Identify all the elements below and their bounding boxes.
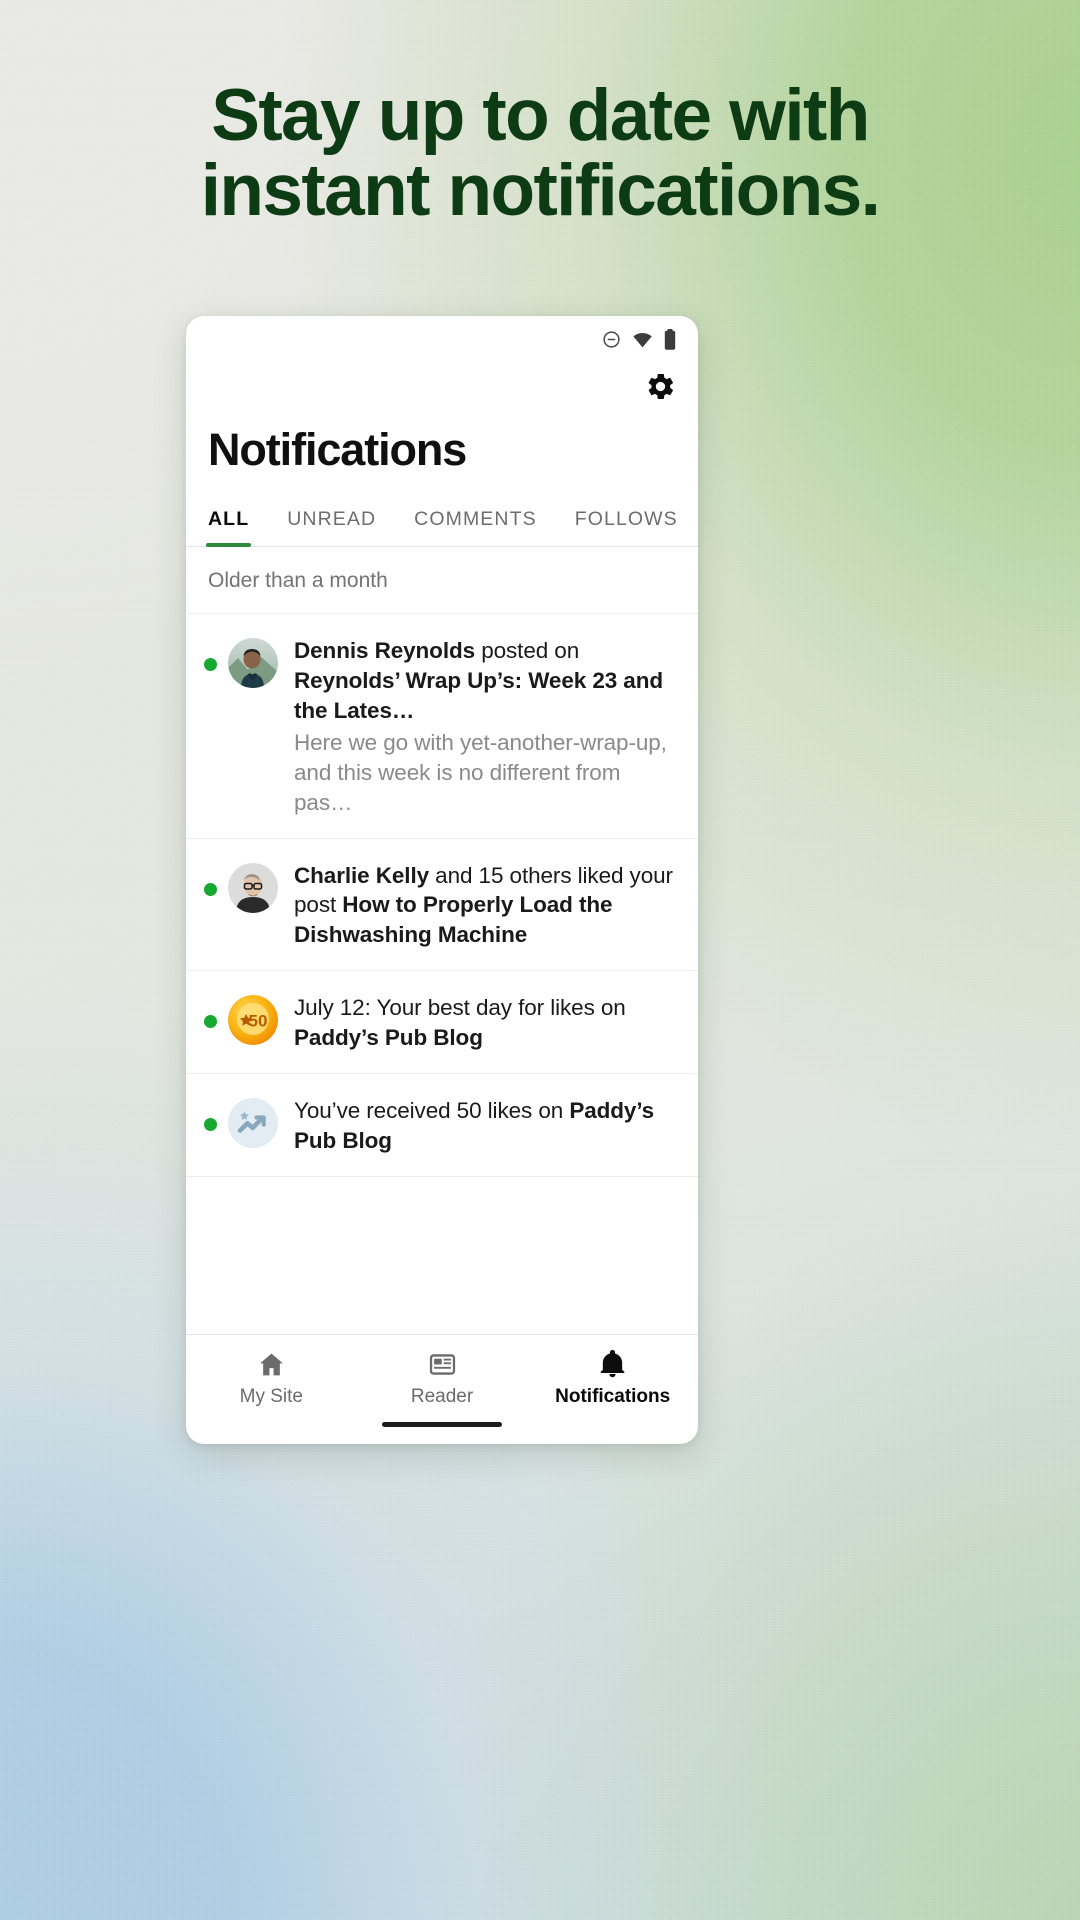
home-icon [257, 1350, 286, 1379]
notification-row[interactable]: Dennis Reynolds posted on Reynolds’ Wrap… [186, 614, 698, 839]
trending-up-icon [228, 1098, 278, 1149]
notification-filter-tabs: ALL UNREAD COMMENTS FOLLOWS [186, 508, 698, 547]
unread-dot [204, 1015, 217, 1029]
notification-text: Charlie Kelly and 15 others liked your p… [294, 859, 678, 951]
avatar-photo-dennis [228, 638, 278, 688]
promo-headline: Stay up to date with instant notificatio… [0, 75, 1080, 232]
gear-icon[interactable] [645, 371, 676, 402]
notification-actor: Charlie Kelly [294, 862, 430, 888]
nav-label-notifications: Notifications [555, 1385, 671, 1407]
phone-screenshot-card: Notifications ALL UNREAD COMMENTS FOLLOW… [186, 316, 698, 1444]
tab-follows[interactable]: FOLLOWS [575, 508, 678, 546]
battery-icon [664, 328, 676, 350]
unread-dot [204, 1118, 217, 1132]
notification-row[interactable]: 50 July 12: Your best day for likes on P… [186, 971, 698, 1075]
promo-headline-line-2: instant notifications. [200, 150, 881, 232]
notification-text: You’ve received 50 likes on Paddy’s Pub … [294, 1094, 678, 1156]
notification-verb: posted on [475, 638, 580, 663]
unread-dot [204, 658, 217, 671]
page-title: Notifications [208, 424, 467, 475]
notification-subject: Paddy’s Pub Blog [294, 1025, 483, 1051]
wifi-icon [632, 331, 653, 348]
nav-item-my-site[interactable]: My Site [186, 1350, 357, 1408]
notification-verb: You’ve received 50 likes on [294, 1098, 570, 1124]
notification-list: Dennis Reynolds posted on Reynolds’ Wrap… [186, 614, 698, 1334]
tab-all[interactable]: ALL [205, 508, 252, 547]
tab-comments[interactable]: COMMENTS [414, 508, 537, 546]
status-bar [186, 316, 698, 362]
promo-headline-line-1: Stay up to date with [211, 75, 870, 156]
badge-value: 50 [249, 1012, 268, 1031]
tab-unread[interactable]: UNREAD [287, 508, 376, 546]
notification-subject: How to Properly Load the Dishwashing Mac… [294, 892, 613, 948]
notification-subject: Reynolds’ Wrap Up’s: Week 23 and the Lat… [294, 667, 663, 723]
home-indicator [186, 1422, 698, 1444]
bottom-navigation-bar: My Site Reader Notifications [186, 1334, 698, 1422]
section-header-older-than-a-month: Older than a month [186, 547, 698, 614]
notification-actor: Dennis Reynolds [294, 638, 476, 663]
nav-item-reader[interactable]: Reader [357, 1350, 528, 1408]
reader-icon [428, 1350, 457, 1379]
notification-verb: July 12: Your best day for likes on [294, 995, 626, 1021]
notification-text: July 12: Your best day for likes on Padd… [294, 991, 678, 1053]
notification-row[interactable]: You’ve received 50 likes on Paddy’s Pub … [186, 1074, 698, 1177]
notification-row[interactable]: Charlie Kelly and 15 others liked your p… [186, 839, 698, 972]
milestone-badge-50-icon: 50 [228, 995, 278, 1046]
settings-row [186, 362, 698, 410]
nav-item-notifications[interactable]: Notifications [527, 1349, 698, 1408]
notification-text: Dennis Reynolds posted on Reynolds’ Wrap… [294, 634, 678, 818]
nav-label-reader: Reader [410, 1385, 474, 1407]
nav-label-my-site: My Site [239, 1385, 304, 1407]
home-indicator-bar [382, 1422, 502, 1427]
do-not-disturb-icon [602, 330, 621, 349]
bell-icon [598, 1349, 627, 1379]
avatar-photo-charlie [228, 862, 278, 913]
unread-dot [204, 882, 217, 896]
notification-snippet: Here we go with yet-another-wrap-up, and… [294, 729, 667, 815]
